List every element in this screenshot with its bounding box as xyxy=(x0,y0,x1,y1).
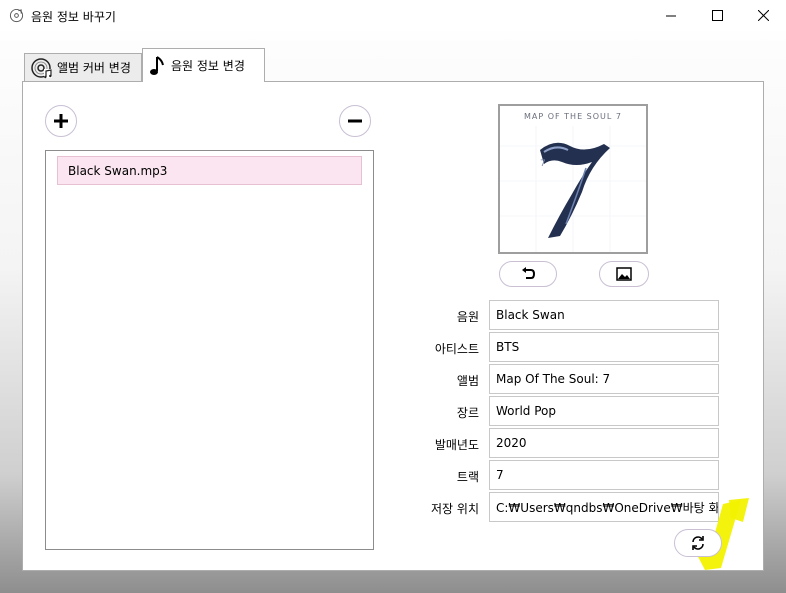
music-info-panel: Black Swan.mp3 MAP OF THE SOUL 7 7 음원 Bl xyxy=(22,81,764,571)
field-label-genre: 장르 xyxy=(456,406,479,420)
track-input[interactable]: 7 xyxy=(489,460,719,490)
album-input[interactable]: Map Of The Soul: 7 xyxy=(489,364,719,394)
file-list[interactable]: Black Swan.mp3 xyxy=(45,150,374,550)
tab-strip: 앨범 커버 변경 음원 정보 변경 xyxy=(0,48,786,82)
album-cd-icon xyxy=(31,57,52,78)
title-input[interactable]: Black Swan xyxy=(489,300,719,330)
select-image-button[interactable] xyxy=(599,261,649,287)
file-name: Black Swan.mp3 xyxy=(68,163,168,178)
cover-number: 7 xyxy=(540,159,546,169)
tab-music-info-label: 음원 정보 변경 xyxy=(171,59,245,73)
maximize-button[interactable] xyxy=(694,0,740,31)
tab-album-cover-label: 앨범 커버 변경 xyxy=(57,61,131,75)
field-label-album: 앨범 xyxy=(456,374,479,388)
field-label-save-path: 저장 위치 xyxy=(431,502,479,516)
field-label-title: 음원 xyxy=(456,310,479,324)
apply-refresh-button[interactable] xyxy=(674,529,722,557)
cover-artwork: 7 xyxy=(500,126,646,252)
refresh-icon xyxy=(692,536,704,550)
add-file-button[interactable] xyxy=(45,105,77,137)
field-label-artist: 아티스트 xyxy=(434,342,479,356)
list-item[interactable]: Black Swan.mp3 xyxy=(57,156,362,185)
artist-input[interactable]: BTS xyxy=(489,332,719,362)
tab-music-info[interactable]: 음원 정보 변경 xyxy=(142,48,265,82)
maximize-icon xyxy=(711,10,723,21)
field-label-year: 발매년도 xyxy=(434,438,479,452)
title-bar: 음원 정보 바꾸기 xyxy=(0,0,786,31)
close-icon xyxy=(757,10,769,21)
remove-file-button[interactable] xyxy=(339,105,371,137)
genre-input[interactable]: World Pop xyxy=(489,396,719,426)
music-note-icon xyxy=(150,55,164,75)
minimize-button[interactable] xyxy=(648,0,694,31)
album-cover-image: MAP OF THE SOUL 7 7 xyxy=(498,104,648,254)
app-icon xyxy=(9,8,24,23)
plus-icon xyxy=(54,114,68,128)
year-input[interactable]: 2020 xyxy=(489,428,719,458)
window-title: 음원 정보 바꾸기 xyxy=(31,10,116,24)
tab-album-cover[interactable]: 앨범 커버 변경 xyxy=(24,53,142,81)
undo-icon xyxy=(522,267,536,279)
save-path-input[interactable]: C:₩Users₩qndbs₩OneDrive₩바탕 화면₩ xyxy=(489,492,719,522)
close-button[interactable] xyxy=(740,0,786,31)
image-icon xyxy=(616,267,632,281)
minimize-icon xyxy=(665,15,676,17)
undo-button[interactable] xyxy=(499,261,557,287)
minus-icon xyxy=(348,119,362,123)
field-label-track: 트랙 xyxy=(456,470,479,484)
